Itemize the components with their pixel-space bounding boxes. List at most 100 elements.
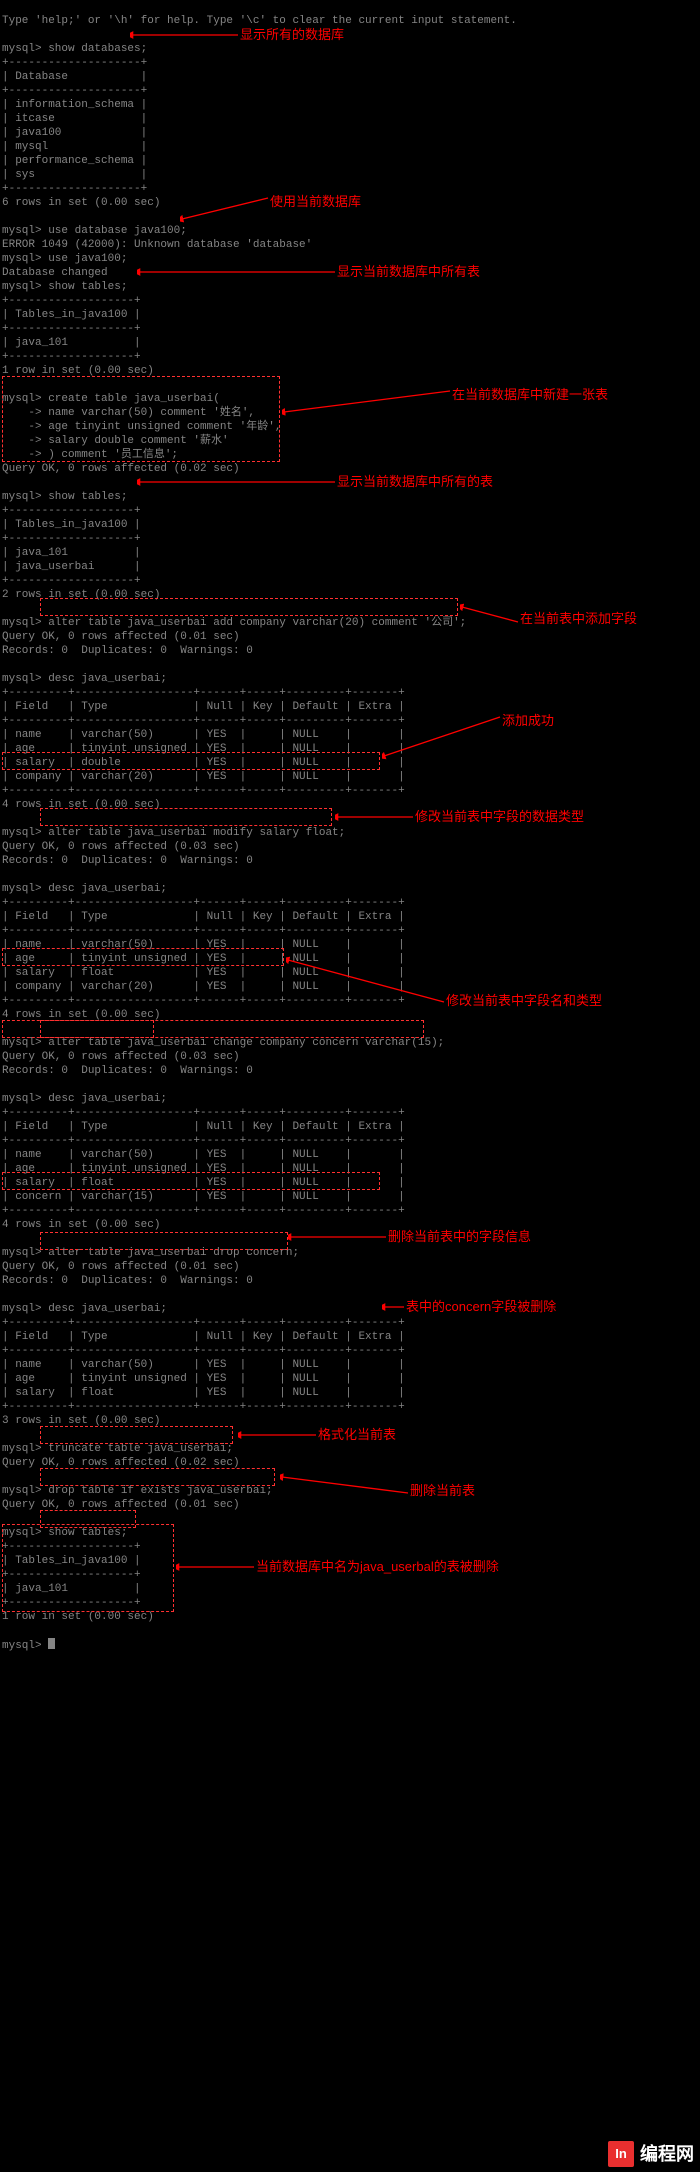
terminal-line: Records: 0 Duplicates: 0 Warnings: 0	[2, 855, 253, 867]
terminal-line: +---------+------------------+------+---…	[2, 1317, 405, 1329]
terminal-line: | Field | Type | Null | Key | Default | …	[2, 701, 405, 713]
terminal-line: Query OK, 0 rows affected (0.03 sec)	[2, 1051, 240, 1063]
terminal-line: | Tables_in_java100 |	[2, 1555, 141, 1567]
terminal-line: mysql> alter table java_userbai add comp…	[2, 617, 466, 629]
terminal-line: | Field | Type | Null | Key | Default | …	[2, 1331, 405, 1343]
terminal-line: 4 rows in set (0.00 sec)	[2, 1219, 160, 1231]
terminal-line: | itcase |	[2, 113, 147, 125]
terminal-line: +-------------------+	[2, 533, 141, 545]
terminal-line: -> name varchar(50) comment '姓名',	[2, 407, 255, 419]
annotation: 修改当前表中字段的数据类型	[335, 810, 584, 824]
watermark-icon: In	[608, 2141, 634, 2167]
terminal-line: mysql> show tables;	[2, 281, 127, 293]
terminal-line: +---------+------------------+------+---…	[2, 995, 405, 1007]
highlight-box	[40, 1510, 136, 1528]
annotation: 删除当前表	[280, 1472, 475, 1498]
terminal-line: | company | varchar(20) | YES | | NULL |…	[2, 981, 405, 993]
terminal-line: +-------------------+	[2, 351, 141, 363]
terminal-line: +---------+------------------+------+---…	[2, 1401, 405, 1413]
terminal-line: | java_101 |	[2, 337, 141, 349]
terminal-line: +---------+------------------+------+---…	[2, 715, 405, 727]
annotation: 表中的concern字段被删除	[382, 1300, 556, 1314]
terminal-line: | age | tinyint unsigned | YES | | NULL …	[2, 1163, 405, 1175]
terminal-line: mysql> alter table java_userbai drop con…	[2, 1247, 299, 1259]
terminal-line: | name | varchar(50) | YES | | NULL | |	[2, 729, 405, 741]
terminal-line: 4 rows in set (0.00 sec)	[2, 799, 160, 811]
terminal-line: Type 'help;' or '\h' for help. Type '\c'…	[2, 15, 517, 27]
terminal-line: | Database |	[2, 71, 147, 83]
watermark: In 编程网	[608, 2141, 694, 2167]
terminal-line: Query OK, 0 rows affected (0.02 sec)	[2, 463, 240, 475]
terminal-line: | Field | Type | Null | Key | Default | …	[2, 1121, 405, 1133]
terminal-line: | mysql |	[2, 141, 147, 153]
terminal-line: | age | tinyint unsigned | YES | | NULL …	[2, 1373, 405, 1385]
terminal-line: mysql> truncate table java_userbai;	[2, 1443, 233, 1455]
terminal-line: Query OK, 0 rows affected (0.03 sec)	[2, 841, 240, 853]
terminal-line: Records: 0 Duplicates: 0 Warnings: 0	[2, 645, 253, 657]
terminal-line: +---------+------------------+------+---…	[2, 1107, 405, 1119]
terminal-line: mysql> show tables;	[2, 491, 127, 503]
annotation: 在当前数据库中新建一张表	[282, 386, 608, 416]
terminal-line: Query OK, 0 rows affected (0.02 sec)	[2, 1457, 240, 1469]
terminal-line: Query OK, 0 rows affected (0.01 sec)	[2, 631, 240, 643]
annotation: 显示当前数据库中所有表	[137, 265, 480, 279]
terminal-line: | salary | float | YES | | NULL | |	[2, 1177, 405, 1189]
terminal-output[interactable]: Type 'help;' or '\h' for help. Type '\c'…	[0, 0, 700, 2172]
prompt-line[interactable]: mysql>	[2, 1640, 55, 1652]
terminal-line: +---------+------------------+------+---…	[2, 1345, 405, 1357]
terminal-line: Query OK, 0 rows affected (0.01 sec)	[2, 1261, 240, 1273]
terminal-line: | sys |	[2, 169, 147, 181]
terminal-line: +---------+------------------+------+---…	[2, 897, 405, 909]
terminal-line: mysql> drop table if exists java_userbai…	[2, 1485, 273, 1497]
highlight-box	[2, 1020, 154, 1038]
annotation: 显示当前数据库中所有的表	[137, 475, 493, 489]
terminal-line: mysql> alter table java_userbai modify s…	[2, 827, 345, 839]
terminal-line: Database changed	[2, 267, 108, 279]
terminal-line: | age | tinyint unsigned | YES | | NULL …	[2, 953, 405, 965]
terminal-line: mysql> use java100;	[2, 253, 127, 265]
terminal-line: | salary | float | YES | | NULL | |	[2, 967, 405, 979]
terminal-line: | java_userbai |	[2, 561, 141, 573]
terminal-line: 1 row in set (0.00 sec)	[2, 1611, 154, 1623]
terminal-line: +---------+------------------+------+---…	[2, 1205, 405, 1217]
terminal-line: | java100 |	[2, 127, 147, 139]
annotation: 使用当前数据库	[180, 193, 361, 223]
terminal-line: Records: 0 Duplicates: 0 Warnings: 0	[2, 1065, 253, 1077]
terminal-line: | concern | varchar(15) | YES | | NULL |…	[2, 1191, 405, 1203]
terminal-line: mysql> show tables;	[2, 1527, 127, 1539]
highlight-box	[40, 1468, 275, 1486]
terminal-line: 4 rows in set (0.00 sec)	[2, 1009, 160, 1021]
terminal-line: -> ) comment '员工信息';	[2, 449, 178, 461]
terminal-line: | company | varchar(20) | YES | | NULL |…	[2, 771, 405, 783]
terminal-line: | information_schema |	[2, 99, 147, 111]
terminal-line: | name | varchar(50) | YES | | NULL | |	[2, 939, 405, 951]
annotation: 格式化当前表	[238, 1428, 396, 1442]
terminal-line: Records: 0 Duplicates: 0 Warnings: 0	[2, 1275, 253, 1287]
terminal-line: | Tables_in_java100 |	[2, 309, 141, 321]
terminal-line: 2 rows in set (0.00 sec)	[2, 589, 160, 601]
annotation: 显示所有的数据库	[130, 28, 344, 42]
terminal-line: +-------------------+	[2, 295, 141, 307]
terminal-line: mysql> use database java100;	[2, 225, 187, 237]
terminal-line: | java_101 |	[2, 547, 141, 559]
terminal-line: +---------+------------------+------+---…	[2, 1135, 405, 1147]
terminal-line: +---------+------------------+------+---…	[2, 785, 405, 797]
terminal-line: +-------------------+	[2, 323, 141, 335]
terminal-line: mysql> desc java_userbai;	[2, 1093, 167, 1105]
terminal-line: ERROR 1049 (42000): Unknown database 'da…	[2, 239, 312, 251]
terminal-line: +-------------------+	[2, 1541, 141, 1553]
terminal-line: mysql> desc java_userbai;	[2, 1303, 167, 1315]
terminal-line: -> salary double comment '薪水'	[2, 435, 229, 447]
terminal-line: mysql> show databases;	[2, 43, 147, 55]
terminal-line: 3 rows in set (0.00 sec)	[2, 1415, 160, 1427]
highlight-box	[40, 1020, 424, 1038]
terminal-line: Query OK, 0 rows affected (0.01 sec)	[2, 1499, 240, 1511]
terminal-line: mysql> alter table java_userbai change c…	[2, 1037, 444, 1049]
terminal-line: | name | varchar(50) | YES | | NULL | |	[2, 1359, 405, 1371]
terminal-line: +---------+------------------+------+---…	[2, 687, 405, 699]
terminal-line: mysql> desc java_userbai;	[2, 883, 167, 895]
highlight-box	[40, 1426, 233, 1444]
terminal-line: mysql> create table java_userbai(	[2, 393, 220, 405]
annotation: 添加成功	[382, 712, 554, 760]
terminal-line: | Tables_in_java100 |	[2, 519, 141, 531]
